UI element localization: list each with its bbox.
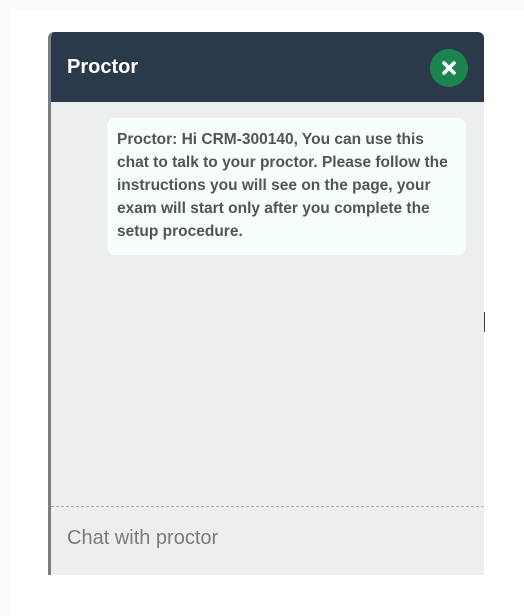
message-list: Proctor: Hi CRM-300140, You can use this… [51, 102, 484, 506]
close-button[interactable] [430, 49, 468, 87]
page: Proctor Proctor: Hi CRM-300140, You can … [0, 0, 524, 616]
chat-input[interactable] [51, 508, 484, 568]
input-divider [51, 506, 484, 507]
proctor-chat-window: Proctor Proctor: Hi CRM-300140, You can … [48, 32, 484, 575]
proctor-message: Proctor: Hi CRM-300140, You can use this… [107, 118, 466, 255]
chat-header: Proctor [51, 32, 484, 102]
chat-title: Proctor [67, 55, 139, 78]
close-x-icon [442, 61, 456, 75]
